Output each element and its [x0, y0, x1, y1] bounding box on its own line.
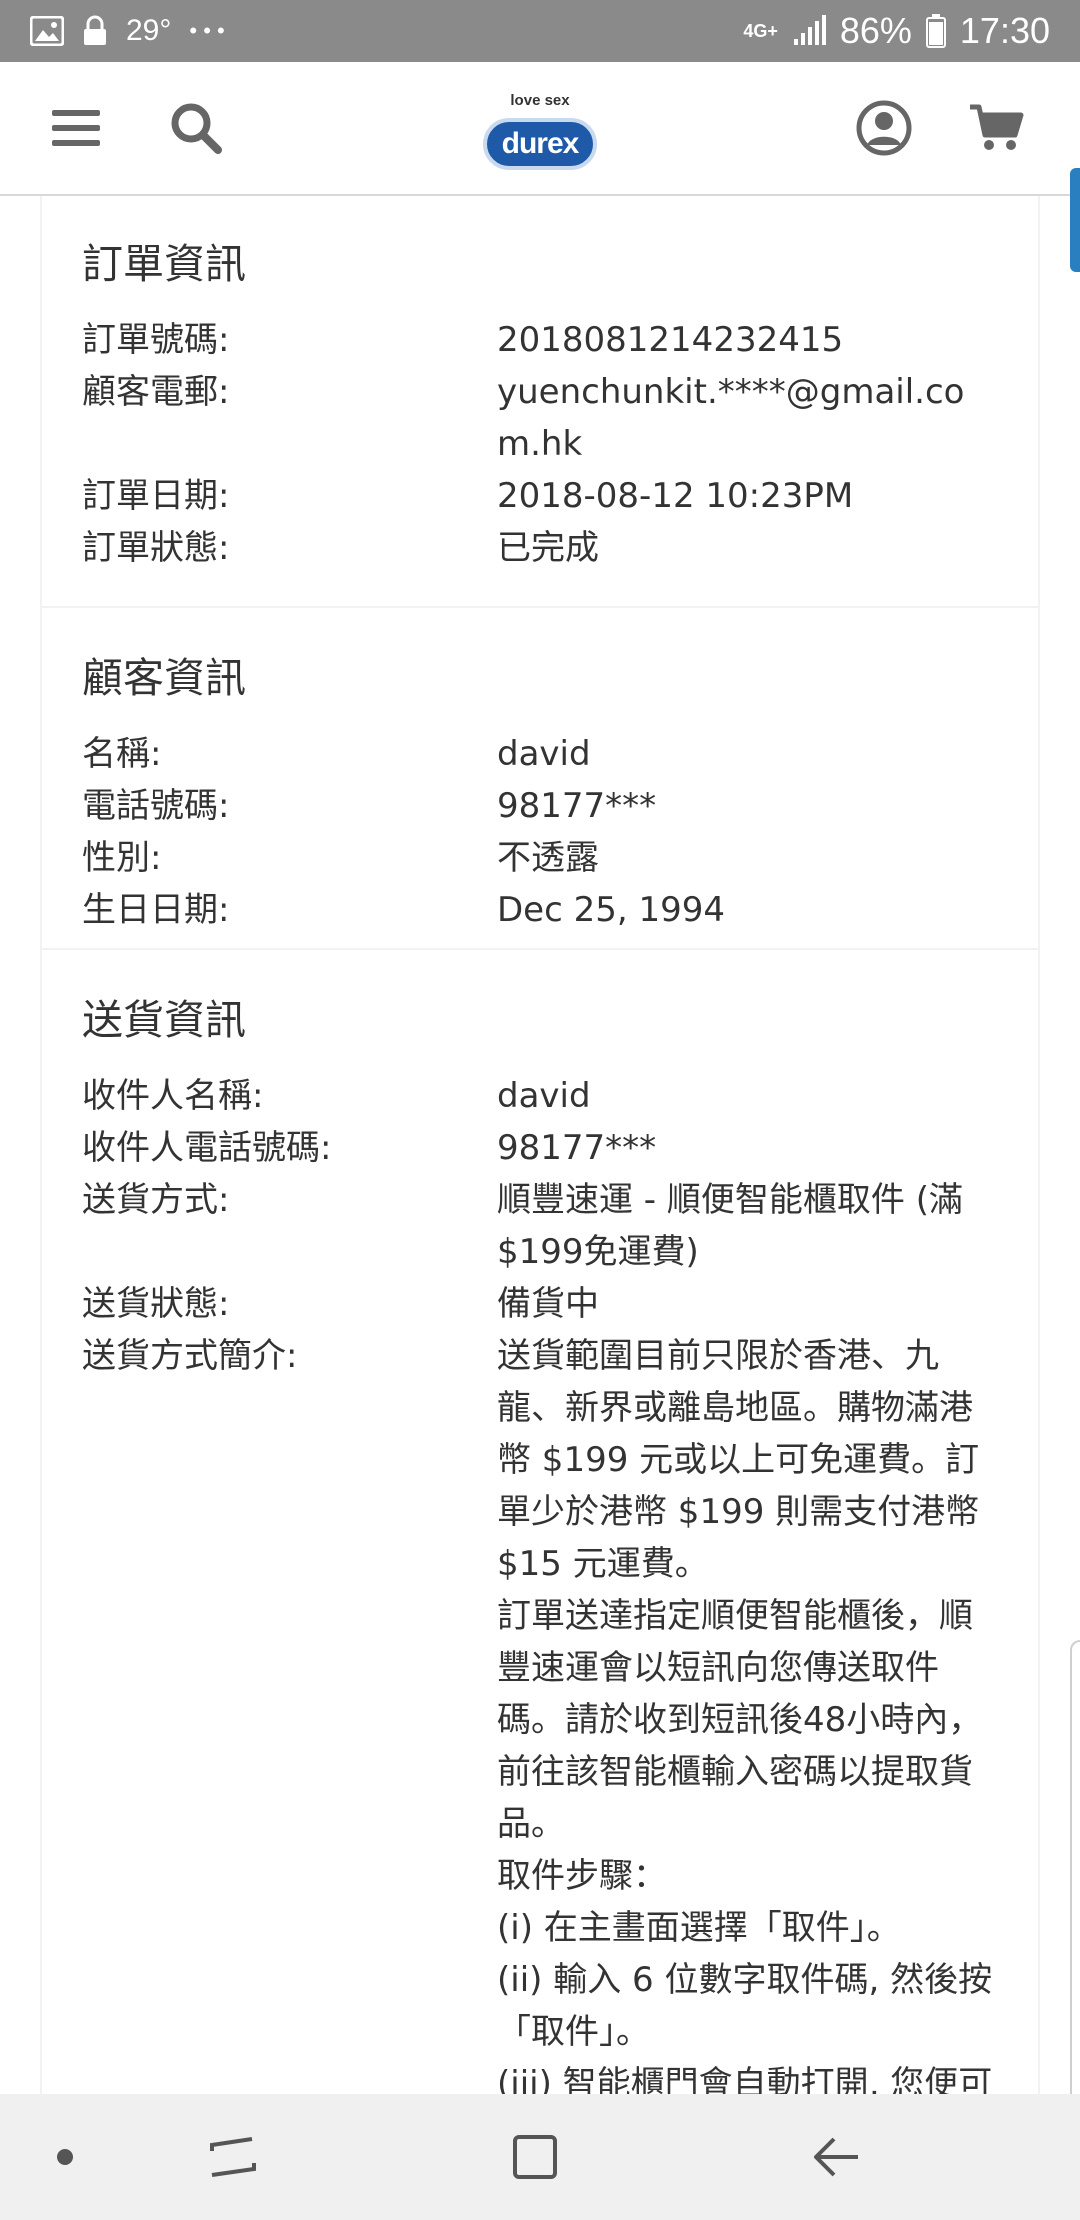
- shipping-info-card: 送貨資訊 收件人名稱: david 收件人電話號碼: 98177*** 送貨方式…: [42, 950, 1038, 2094]
- cart-button[interactable]: [960, 92, 1032, 164]
- search-icon: [171, 103, 222, 154]
- menu-icon: [52, 110, 100, 146]
- notification-dots: • • •: [189, 18, 225, 43]
- status-bar: 29° • • • 4G+ 86% 17:30: [0, 0, 1080, 62]
- customer-birthday: Dec 25, 1994: [497, 890, 726, 930]
- recipient-name-row: 收件人名稱: david: [82, 1070, 998, 1122]
- network-type: 4G+: [743, 20, 778, 41]
- logo-wordmark: durex: [501, 127, 580, 160]
- home-button[interactable]: [500, 2122, 570, 2192]
- signal-icon: [792, 15, 826, 47]
- order-date-row: 訂單日期: 2018-08-12 10:23PM: [82, 470, 998, 522]
- recipient-phone-row: 收件人電話號碼: 98177***: [82, 1122, 998, 1174]
- account-icon: [856, 100, 912, 156]
- customer-name: david: [497, 734, 591, 774]
- cart-icon: [970, 104, 1024, 150]
- customer-info-title: 顧客資訊: [82, 654, 246, 702]
- back-icon: [814, 2137, 858, 2177]
- customer-gender: 不透露: [497, 838, 599, 878]
- customer-phone: 98177***: [497, 786, 657, 826]
- row-label: 收件人名稱:: [82, 1076, 264, 1116]
- row-label: 送貨方式:: [82, 1180, 230, 1220]
- side-feedback-tab[interactable]: [1070, 168, 1080, 272]
- clock: 17:30: [959, 10, 1050, 51]
- system-nav-bar: [0, 2094, 1080, 2220]
- customer-birthday-row: 生日日期: Dec 25, 1994: [82, 884, 998, 936]
- customer-info-card: 顧客資訊 名稱: david 電話號碼: 98177*** 性別: 不透露 生日…: [42, 608, 1038, 948]
- customer-name-row: 名稱: david: [82, 728, 998, 780]
- home-icon: [513, 2135, 557, 2179]
- customer-email: yuenchunkit.****@gmail.co m.hk: [497, 372, 965, 464]
- battery-percent: 86%: [839, 10, 912, 51]
- logo-tagline: love sex: [510, 92, 570, 109]
- shipping-status-row: 送貨狀態: 備貨中: [82, 1278, 998, 1330]
- shipping-description: 送貨範圍目前只限於香港、九 龍、新界或離島地區。購物滿港 幣 $199 元或以上…: [497, 1336, 993, 2094]
- order-date: 2018-08-12 10:23PM: [497, 476, 854, 516]
- shipping-method: 順豐速運 - 順便智能櫃取件 (滿 $199免運費): [497, 1180, 963, 1272]
- order-status: 已完成: [497, 528, 599, 568]
- shipping-method-row: 送貨方式: 順豐速運 - 順便智能櫃取件 (滿 $199免運費): [82, 1174, 998, 1278]
- shipping-status: 備貨中: [497, 1284, 599, 1324]
- logo-badge: durex: [483, 118, 597, 170]
- order-info-card: 訂單資訊 訂單號碼: 2018081214232415 顧客電郵: yuench…: [42, 196, 1038, 606]
- gallery-icon: [30, 16, 64, 46]
- row-label: 訂單號碼:: [82, 320, 230, 360]
- recipient-phone: 98177***: [497, 1128, 657, 1168]
- nav-dot-button[interactable]: [30, 2122, 100, 2192]
- back-button[interactable]: [802, 2122, 872, 2192]
- menu-button[interactable]: [40, 92, 112, 164]
- row-label: 訂單日期:: [82, 476, 230, 516]
- account-button[interactable]: [848, 92, 920, 164]
- row-label: 性別:: [82, 838, 162, 878]
- dot-icon: [57, 2149, 73, 2165]
- customer-email-row: 顧客電郵: yuenchunkit.****@gmail.co m.hk: [82, 366, 998, 470]
- order-number-row: 訂單號碼: 2018081214232415: [82, 314, 998, 366]
- shipping-description-row: 送貨方式簡介: 送貨範圍目前只限於香港、九 龍、新界或離島地區。購物滿港 幣 $…: [82, 1330, 998, 2094]
- row-label: 送貨狀態:: [82, 1284, 230, 1324]
- app-header: love sex durex: [0, 62, 1080, 196]
- shipping-info-title: 送貨資訊: [82, 996, 246, 1044]
- recent-apps-button[interactable]: [198, 2122, 268, 2192]
- row-label: 顧客電郵:: [82, 372, 230, 412]
- customer-gender-row: 性別: 不透露: [82, 832, 998, 884]
- temperature: 29°: [126, 14, 172, 47]
- order-info-title: 訂單資訊: [82, 240, 246, 288]
- scroll-edge-indicator: [1070, 1640, 1080, 2120]
- lock-icon: [82, 15, 108, 47]
- row-label: 送貨方式簡介:: [82, 1336, 298, 1376]
- order-detail-content: 訂單資訊 訂單號碼: 2018081214232415 顧客電郵: yuench…: [40, 196, 1040, 2094]
- recent-apps-icon: [210, 2137, 256, 2177]
- order-status-row: 訂單狀態: 已完成: [82, 522, 998, 574]
- battery-icon: [925, 14, 946, 48]
- durex-logo[interactable]: love sex durex: [475, 78, 605, 182]
- customer-phone-row: 電話號碼: 98177***: [82, 780, 998, 832]
- row-label: 收件人電話號碼:: [82, 1128, 332, 1168]
- row-label: 電話號碼:: [82, 786, 230, 826]
- row-label: 名稱:: [82, 734, 162, 774]
- order-number: 2018081214232415: [497, 320, 844, 360]
- row-label: 生日日期:: [82, 890, 230, 930]
- recipient-name: david: [497, 1076, 591, 1116]
- search-button[interactable]: [160, 92, 232, 164]
- row-label: 訂單狀態:: [82, 528, 230, 568]
